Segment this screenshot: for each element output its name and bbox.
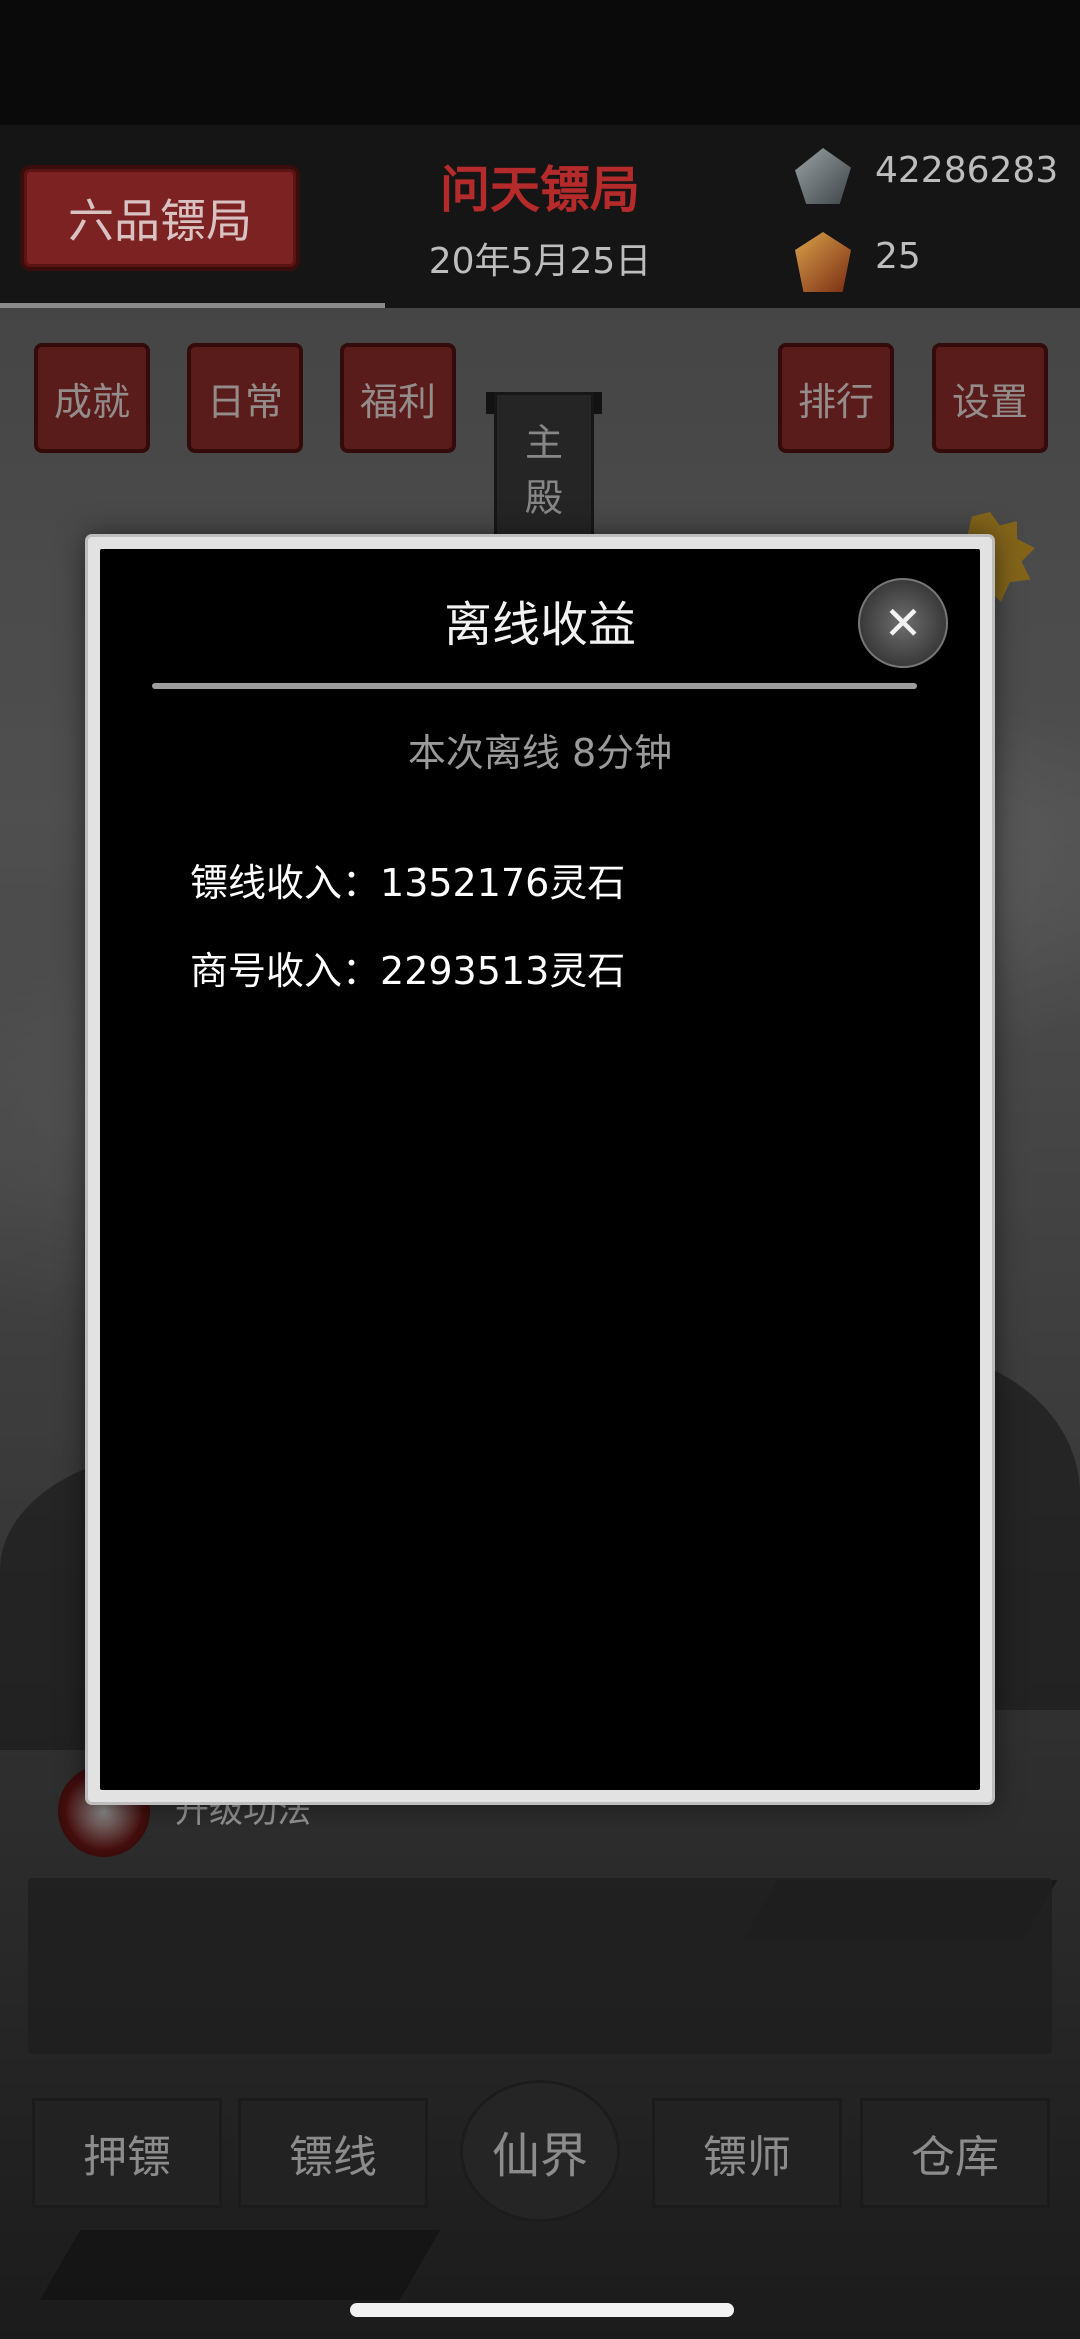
dialog-title: 离线收益 — [443, 597, 636, 653]
close-icon: ✕ — [883, 596, 923, 650]
income-value: 2293513灵石 — [380, 949, 626, 993]
bureau-name: 问天镖局 — [440, 161, 640, 219]
title-divider — [152, 683, 917, 689]
status-bar — [0, 0, 1080, 125]
shop-income-line: 商号收入：2293513灵石 — [190, 940, 890, 1000]
close-button[interactable]: ✕ — [858, 578, 948, 668]
income-label: 商号收入： — [190, 949, 381, 993]
gem-amount: 25 — [875, 236, 921, 277]
offline-duration: 本次离线 8分钟 — [407, 731, 673, 775]
route-income-line: 镖线收入：1352176灵石 — [190, 852, 890, 912]
spirit-stone-amount: 42286283 — [875, 150, 1059, 191]
income-label: 镖线收入： — [190, 861, 381, 905]
game-date: 20年5月25日 — [428, 241, 652, 282]
rank-badge[interactable]: 六品镖局 — [20, 165, 300, 271]
income-value: 1352176灵石 — [380, 861, 626, 905]
home-indicator[interactable] — [350, 2303, 734, 2317]
